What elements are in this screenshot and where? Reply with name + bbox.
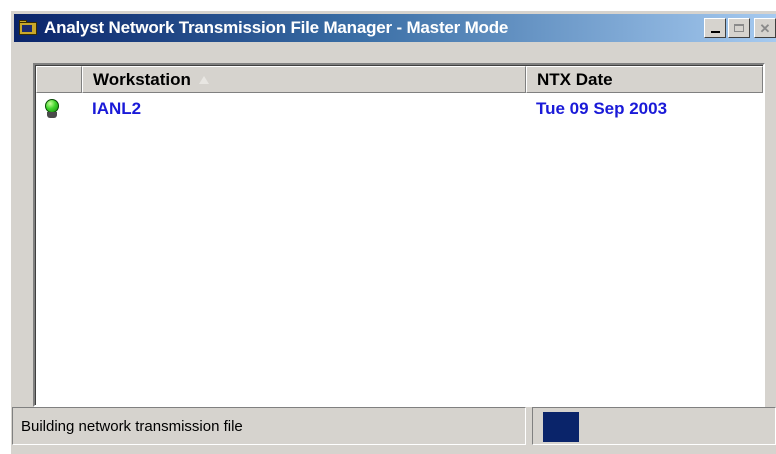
- green-bulb-icon: [36, 94, 82, 124]
- status-message: Building network transmission file: [12, 407, 526, 445]
- table-row[interactable]: IANL2 Tue 09 Sep 2003: [36, 94, 763, 124]
- folder-network-icon[interactable]: [18, 19, 38, 37]
- maximize-icon: [734, 24, 744, 32]
- progress-fill: [543, 412, 579, 442]
- minimize-icon: [710, 31, 720, 33]
- status-bar: Building network transmission file: [10, 407, 776, 447]
- title-bar[interactable]: Analyst Network Transmission File Manage…: [14, 14, 776, 42]
- close-button[interactable]: ✕: [754, 18, 776, 38]
- maximize-button[interactable]: [728, 18, 750, 38]
- workstation-list[interactable]: Workstation NTX Date IANL2 Tue 09 Sep 20…: [33, 63, 765, 407]
- window-controls: ✕: [704, 18, 776, 38]
- column-header-status[interactable]: [36, 66, 82, 93]
- column-header-ntx-date[interactable]: NTX Date: [526, 66, 763, 93]
- minimize-button[interactable]: [704, 18, 726, 38]
- list-header: Workstation NTX Date: [36, 66, 763, 93]
- app-window: Analyst Network Transmission File Manage…: [10, 10, 776, 454]
- workstation-cell[interactable]: IANL2: [82, 99, 526, 119]
- close-icon: ✕: [759, 20, 771, 36]
- column-header-workstation[interactable]: Workstation: [82, 66, 526, 93]
- ntx-date-cell[interactable]: Tue 09 Sep 2003: [526, 99, 763, 119]
- window-title: Analyst Network Transmission File Manage…: [44, 18, 509, 37]
- progress-bar: [532, 407, 776, 445]
- column-header-workstation-label: Workstation: [93, 69, 191, 89]
- sort-ascending-icon: [198, 75, 209, 84]
